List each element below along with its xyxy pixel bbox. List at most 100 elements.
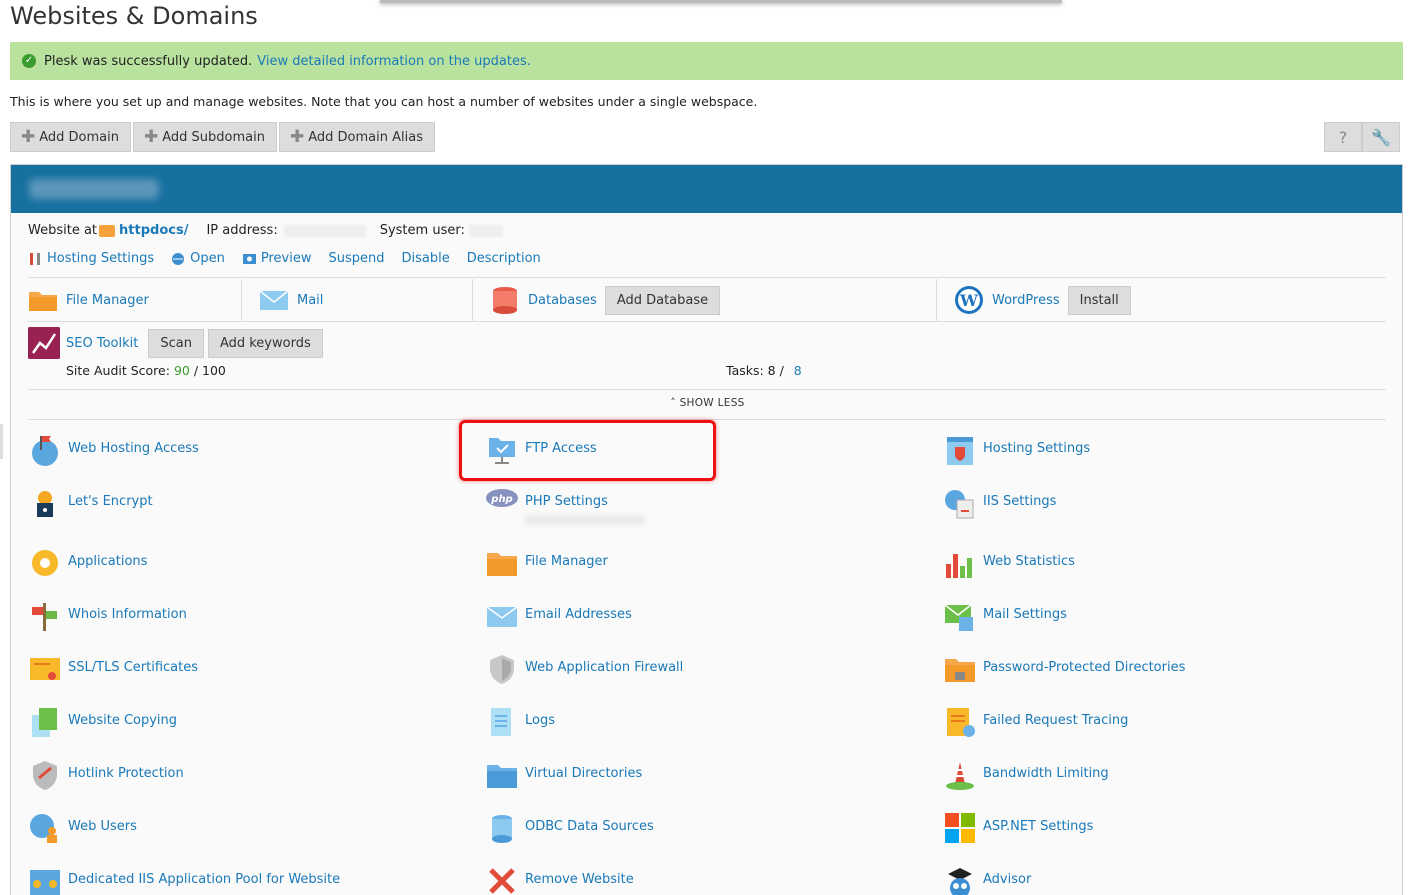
tool-mail[interactable]: Mail: [242, 279, 473, 321]
folder-icon: [487, 553, 517, 576]
add-domain-label: Add Domain: [39, 129, 119, 145]
item-label: Email Addresses: [525, 607, 632, 622]
app-pool-icon: [30, 870, 60, 895]
whois-information[interactable]: Whois Information: [28, 603, 187, 633]
copy-icon: [32, 708, 57, 737]
toolbar: ✚ Add Domain ✚ Add Subdomain ✚ Add Domain A…: [10, 122, 435, 152]
add-keywords-button[interactable]: Add keywords: [207, 328, 323, 358]
add-subdomain-label: Add Subdomain: [162, 129, 265, 145]
divider: [28, 419, 1386, 420]
add-subdomain-button[interactable]: ✚ Add Subdomain: [133, 122, 277, 152]
item-label: Web Hosting Access: [68, 441, 199, 456]
mail-settings[interactable]: Mail Settings: [943, 604, 1067, 633]
dedicated-iis-pool[interactable]: Dedicated IIS Application Pool for Websi…: [28, 870, 340, 895]
action-suspend[interactable]: Suspend: [329, 251, 385, 266]
web-hosting-access[interactable]: Web Hosting Access: [28, 436, 199, 467]
database-icon: [492, 815, 512, 843]
update-details-link[interactable]: View detailed information on the updates…: [257, 54, 531, 69]
globe-flag-icon: [32, 436, 58, 466]
tool-wordpress[interactable]: W WordPress Install: [937, 279, 1131, 321]
shield-icon: [490, 655, 514, 684]
domain-panel: Website at httpdocs/ IP address: System …: [10, 164, 1403, 895]
item-label: ASP.NET Settings: [983, 819, 1094, 834]
locked-folder-icon: [945, 659, 975, 682]
logs[interactable]: Logs: [485, 708, 555, 739]
item-label: Whois Information: [68, 607, 187, 622]
virtual-directories[interactable]: Virtual Directories: [485, 765, 642, 792]
advisor[interactable]: Advisor: [943, 868, 1032, 895]
tasks-link[interactable]: 8: [794, 363, 802, 378]
domain-name-blurred[interactable]: [29, 179, 159, 199]
install-button[interactable]: Install: [1067, 285, 1131, 315]
item-label: Failed Request Tracing: [983, 713, 1129, 728]
iis-settings[interactable]: IIS Settings: [943, 490, 1056, 520]
website-copying[interactable]: Website Copying: [28, 708, 177, 739]
iis-icon: [945, 490, 974, 519]
file-manager-grid[interactable]: File Manager: [485, 553, 608, 580]
seo-chart-icon: [28, 327, 60, 359]
httpdocs-link[interactable]: httpdocs/: [119, 223, 188, 238]
item-label: Web Application Firewall: [525, 660, 684, 675]
audit-label: Site Audit Score:: [66, 363, 170, 378]
remove-website[interactable]: Remove Website: [485, 868, 634, 895]
wrench-icon[interactable]: 🔧: [1362, 122, 1400, 152]
lets-encrypt[interactable]: Let's Encrypt: [28, 491, 153, 520]
folder-blue-icon: [487, 765, 517, 788]
add-domain-button[interactable]: ✚ Add Domain: [10, 122, 131, 152]
divider: [28, 321, 1386, 322]
wordpress-link[interactable]: WordPress: [992, 293, 1060, 308]
action-disable[interactable]: Disable: [402, 251, 450, 266]
web-users[interactable]: Web Users: [28, 814, 137, 845]
applications[interactable]: Applications: [28, 550, 147, 580]
hosting-settings-label: Hosting Settings: [47, 251, 155, 266]
databases-link[interactable]: Databases: [528, 293, 597, 308]
domain-header: [11, 165, 1402, 213]
web-statistics[interactable]: Web Statistics: [943, 554, 1075, 580]
bandwidth-limiting[interactable]: Bandwidth Limiting: [943, 762, 1109, 792]
hotlink-protection[interactable]: Hotlink Protection: [28, 761, 184, 792]
show-less-toggle[interactable]: ˄ SHOW LESS: [11, 397, 1404, 409]
action-preview[interactable]: Preview: [242, 251, 312, 266]
ssl-tls-certificates[interactable]: SSL/TLS Certificates: [28, 658, 198, 686]
tool-file-manager[interactable]: File Manager: [28, 279, 242, 321]
help-button[interactable]: ?: [1324, 122, 1362, 152]
ftp-access[interactable]: FTP Access: [485, 438, 597, 467]
item-label: Advisor: [983, 872, 1032, 887]
failed-request-tracing[interactable]: Failed Request Tracing: [943, 708, 1129, 739]
shield-link-icon: [33, 761, 57, 790]
tool-databases[interactable]: Databases Add Database: [473, 279, 937, 321]
mail-icon: [259, 290, 289, 310]
action-hosting-settings[interactable]: Hosting Settings: [28, 251, 154, 266]
file-manager-link[interactable]: File Manager: [66, 293, 149, 308]
password-protected-directories[interactable]: Password-Protected Directories: [943, 659, 1185, 686]
hosting-settings-grid[interactable]: Hosting Settings: [943, 437, 1090, 467]
audit-score: 90: [173, 363, 190, 378]
seo-toolkit-link[interactable]: SEO Toolkit: [66, 336, 138, 351]
item-label: File Manager: [525, 554, 608, 569]
folder-icon: [99, 224, 116, 237]
email-addresses[interactable]: Email Addresses: [485, 606, 632, 633]
svg-text:php: php: [490, 494, 512, 505]
plus-icon: ✚: [21, 126, 36, 147]
hosting-settings-icon: [947, 437, 973, 465]
item-label: ODBC Data Sources: [525, 819, 654, 834]
odbc-data-sources[interactable]: ODBC Data Sources: [485, 815, 654, 845]
mail-link[interactable]: Mail: [297, 293, 323, 308]
item-label: FTP Access: [525, 441, 597, 456]
database-icon: [493, 287, 517, 314]
action-description[interactable]: Description: [467, 251, 541, 266]
php-settings[interactable]: php PHP Settings: [485, 489, 645, 525]
web-application-firewall[interactable]: Web Application Firewall: [485, 655, 684, 686]
item-label: Hotlink Protection: [68, 766, 184, 781]
add-database-button[interactable]: Add Database: [604, 285, 721, 315]
site-actions: Hosting Settings Open Preview Suspend Di…: [28, 251, 541, 266]
asp-net-settings[interactable]: ASP.NET Settings: [943, 813, 1094, 845]
tools-icon: [30, 252, 40, 265]
globe-user-icon: [30, 814, 57, 843]
scan-button[interactable]: Scan: [148, 328, 204, 358]
php-icon: php: [486, 489, 518, 507]
item-label: Web Users: [68, 819, 137, 834]
side-tab[interactable]: [0, 424, 3, 459]
action-open[interactable]: Open: [171, 251, 225, 266]
add-domain-alias-button[interactable]: ✚ Add Domain Alias: [278, 122, 435, 152]
